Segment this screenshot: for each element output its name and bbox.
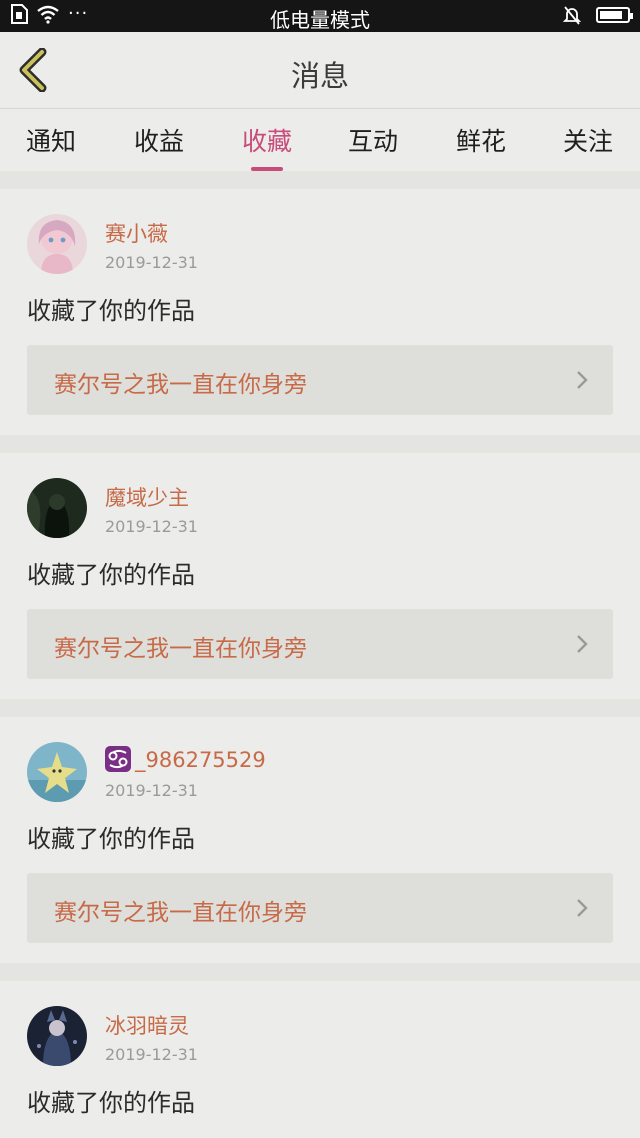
work-link[interactable]: 赛尔号之我一直在你身旁 <box>27 873 613 943</box>
favorite-message-card: 魔域少主 2019-12-31 收藏了你的作品 赛尔号之我一直在你身旁 <box>0 453 640 699</box>
category-tabs: 通知 收益 收藏 互动 鲜花 关注 <box>0 109 640 171</box>
message-date: 2019-12-31 <box>105 1045 198 1064</box>
action-text: 收藏了你的作品 <box>27 1089 195 1117</box>
tab-flowers[interactable]: 鲜花 <box>441 122 521 158</box>
active-tab-indicator <box>251 167 283 171</box>
tab-favorites[interactable]: 收藏 <box>227 122 307 171</box>
cancer-zodiac-icon <box>105 746 131 772</box>
night-character-avatar-icon <box>27 1006 87 1066</box>
tab-earnings[interactable]: 收益 <box>119 122 199 158</box>
work-title: 赛尔号之我一直在你身旁 <box>54 372 307 398</box>
user-avatar[interactable] <box>27 742 87 802</box>
chevron-right-icon <box>577 371 588 389</box>
work-title: 赛尔号之我一直在你身旁 <box>54 900 307 926</box>
user-avatar[interactable] <box>27 214 87 274</box>
tab-interactions[interactable]: 互动 <box>333 122 413 158</box>
tab-follows[interactable]: 关注 <box>548 122 628 158</box>
message-date: 2019-12-31 <box>105 253 198 272</box>
low-power-mode-label: 低电量模式 <box>270 8 370 32</box>
chevron-right-icon <box>577 899 588 917</box>
dark-figure-avatar-icon <box>27 478 87 538</box>
battery-icon <box>596 7 633 23</box>
username[interactable]: _986275529 <box>105 746 266 772</box>
anime-girl-avatar-icon <box>27 214 87 274</box>
tab-favorites-label: 收藏 <box>241 127 292 156</box>
favorite-message-card: 冰羽暗灵 2019-12-31 收藏了你的作品 <box>0 981 640 1138</box>
status-bar: ··· 低电量模式 <box>0 0 640 32</box>
user-avatar[interactable] <box>27 478 87 538</box>
message-date: 2019-12-31 <box>105 517 198 536</box>
action-text: 收藏了你的作品 <box>27 825 195 853</box>
action-text: 收藏了你的作品 <box>27 561 195 589</box>
work-link[interactable]: 赛尔号之我一直在你身旁 <box>27 345 613 415</box>
message-date: 2019-12-31 <box>105 781 198 800</box>
favorite-message-card: 赛小薇 2019-12-31 收藏了你的作品 赛尔号之我一直在你身旁 <box>0 189 640 435</box>
chevron-right-icon <box>577 635 588 653</box>
username[interactable]: 冰羽暗灵 <box>105 1010 189 1040</box>
page-title: 消息 <box>290 59 349 93</box>
action-text: 收藏了你的作品 <box>27 297 195 325</box>
username[interactable]: 赛小薇 <box>105 218 168 248</box>
username[interactable]: 魔域少主 <box>105 482 189 512</box>
bell-muted-icon <box>562 6 582 25</box>
status-icons-right <box>562 5 633 25</box>
user-avatar[interactable] <box>27 1006 87 1066</box>
work-link[interactable]: 赛尔号之我一直在你身旁 <box>27 609 613 679</box>
favorite-message-card: _986275529 2019-12-31 收藏了你的作品 赛尔号之我一直在你身… <box>0 717 640 963</box>
star-creature-avatar-icon <box>27 742 87 802</box>
nav-header: 消息 <box>0 32 640 109</box>
work-title: 赛尔号之我一直在你身旁 <box>54 636 307 662</box>
tab-notifications[interactable]: 通知 <box>11 122 91 158</box>
username-text: _986275529 <box>135 748 266 772</box>
